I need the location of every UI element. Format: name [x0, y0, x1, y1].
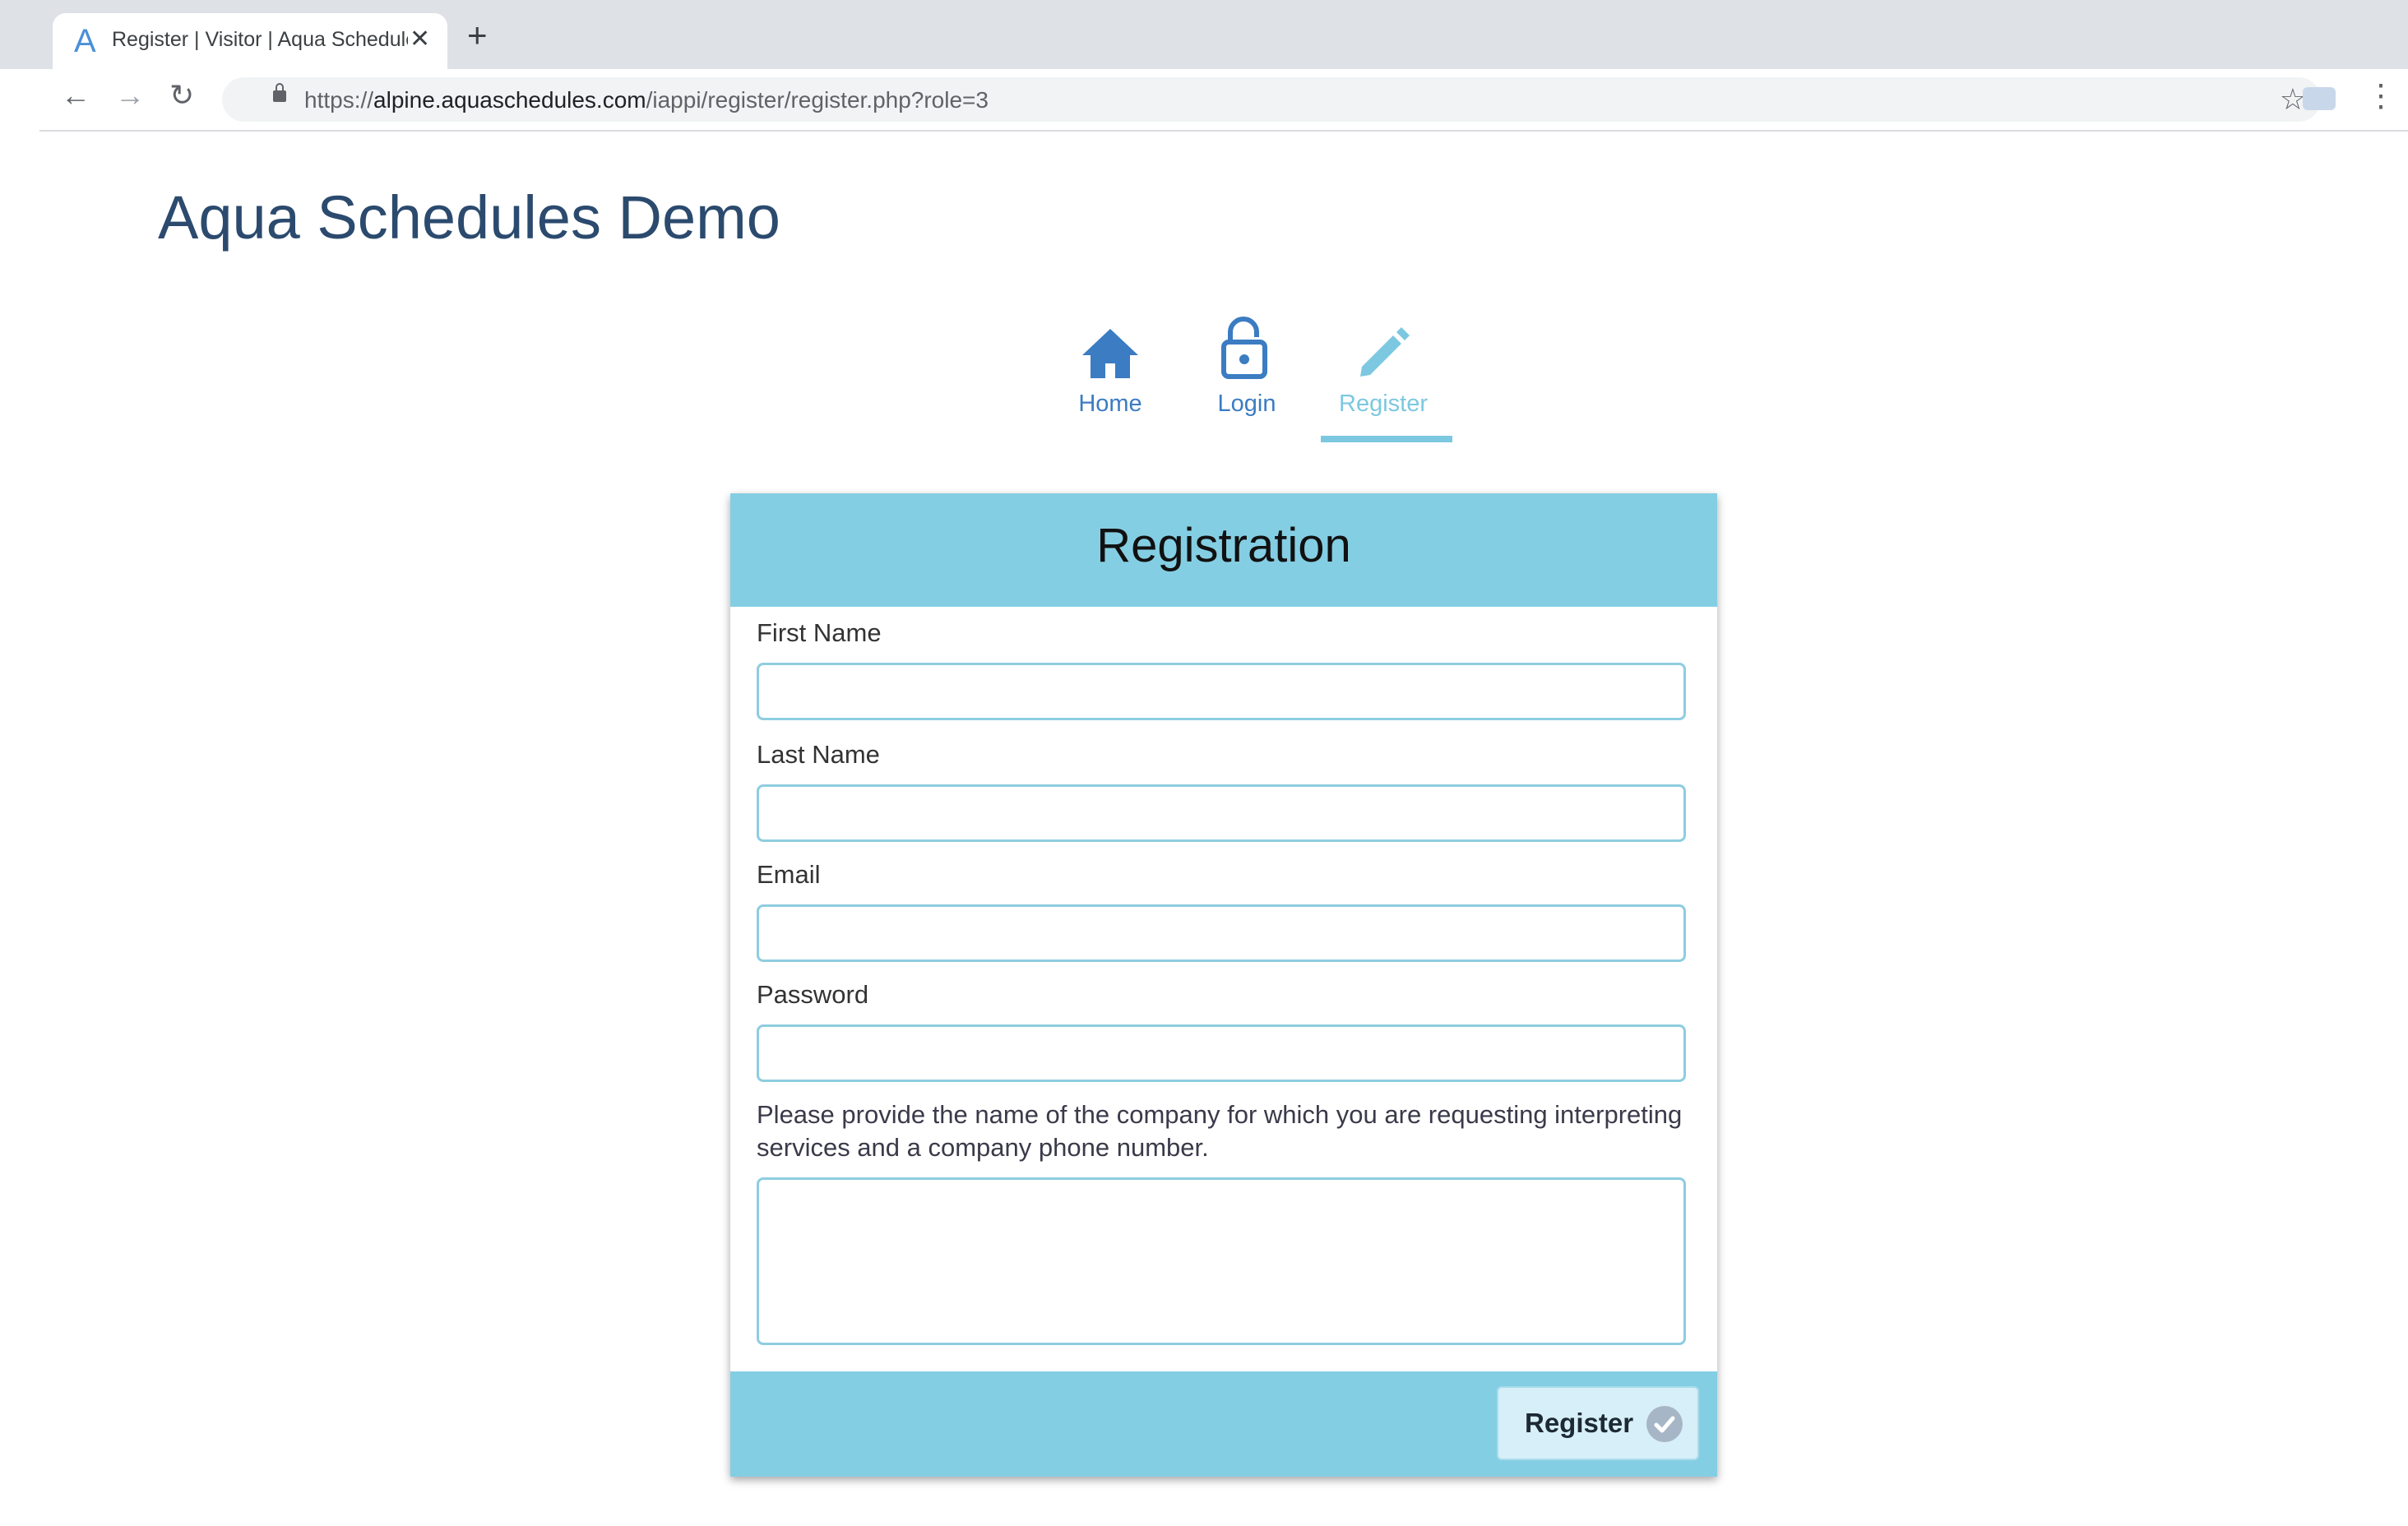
check-icon — [1646, 1406, 1683, 1442]
register-button-label: Register — [1525, 1408, 1634, 1438]
password-field[interactable] — [757, 1024, 1686, 1082]
first-name-label: First Name — [757, 618, 882, 647]
url-text: https://alpine.aquaschedules.com/iappi/r… — [304, 87, 989, 113]
browser-tab[interactable]: A Register | Visitor | Aqua Schedules De… — [53, 13, 447, 69]
pencil-icon — [1360, 327, 1410, 377]
reload-icon[interactable]: ↻ — [169, 81, 194, 110]
nav-item-register[interactable]: Register — [1317, 327, 1452, 442]
browser-menu-icon[interactable]: ⋮ — [2365, 77, 2396, 114]
register-button[interactable]: Register — [1497, 1386, 1699, 1460]
lock-icon — [1221, 317, 1267, 379]
favicon-icon: A — [74, 23, 96, 59]
active-tab-indicator — [1321, 436, 1452, 442]
card-footer: Register — [730, 1371, 1717, 1477]
site-title: Aqua Schedules Demo — [158, 183, 780, 252]
lock-icon — [273, 83, 286, 102]
back-arrow-icon[interactable]: ← — [61, 81, 90, 110]
form-title: Registration — [1096, 519, 1351, 572]
close-tab-icon[interactable]: ✕ — [410, 25, 430, 53]
card-header: Registration — [730, 493, 1717, 607]
home-icon — [1082, 329, 1138, 378]
email-label: Email — [757, 860, 821, 889]
company-textarea[interactable] — [757, 1177, 1686, 1345]
last-name-field[interactable] — [757, 784, 1686, 842]
nav-item-login[interactable]: Login — [1181, 317, 1313, 418]
tab-title: Register | Visitor | Aqua Schedules Demo — [112, 28, 408, 51]
last-name-label: Last Name — [757, 740, 880, 769]
nav-item-label: Login — [1217, 391, 1276, 417]
forward-arrow-icon[interactable]: → — [115, 81, 145, 110]
browser-toolbar: ← → ↻ https://alpine.aquaschedules.com/i… — [39, 69, 2408, 132]
first-name-field[interactable] — [757, 663, 1686, 720]
extension-icon[interactable] — [2303, 87, 2336, 110]
nav-item-label: Register — [1339, 391, 1428, 417]
email-field[interactable] — [757, 904, 1686, 962]
new-tab-button[interactable]: + — [467, 18, 488, 53]
registration-card: Registration First Name Last Name Email … — [730, 493, 1717, 1477]
password-label: Password — [757, 980, 869, 1009]
nav-item-label: Home — [1078, 391, 1142, 417]
address-bar[interactable]: https://alpine.aquaschedules.com/iappi/r… — [222, 77, 2321, 122]
company-help-text: Please provide the name of the company f… — [757, 1100, 1683, 1162]
nav-item-home[interactable]: Home — [1044, 327, 1176, 418]
browser-tabstrip: A Register | Visitor | Aqua Schedules De… — [0, 0, 2408, 69]
